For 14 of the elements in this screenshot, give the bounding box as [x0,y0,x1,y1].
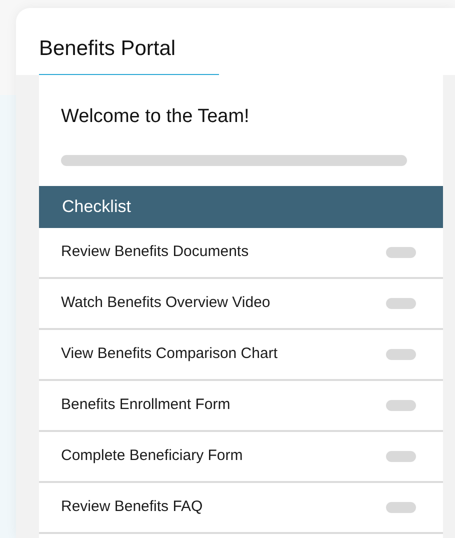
status-indicator [386,400,416,410]
status-indicator [386,450,416,462]
status-indicator [386,298,416,308]
checklist-item[interactable]: Review Benefits FAQ [39,482,443,534]
checklist-item[interactable]: Complete Beneficiary Form [39,432,443,482]
status-indicator [386,246,416,258]
status-indicator [386,348,416,360]
welcome-heading: Welcome to the Team! [61,105,250,129]
checklist-item[interactable]: Watch Benefits Overview Video [39,278,443,330]
checklist-header: Checklist [39,186,443,228]
checklist-item[interactable]: View Benefits Comparison Chart [39,330,443,380]
status-indicator [386,502,416,512]
checklist-item[interactable]: Review Benefits Documents [39,228,443,278]
checklist-item[interactable]: Benefits Enrollment Form [39,380,443,432]
